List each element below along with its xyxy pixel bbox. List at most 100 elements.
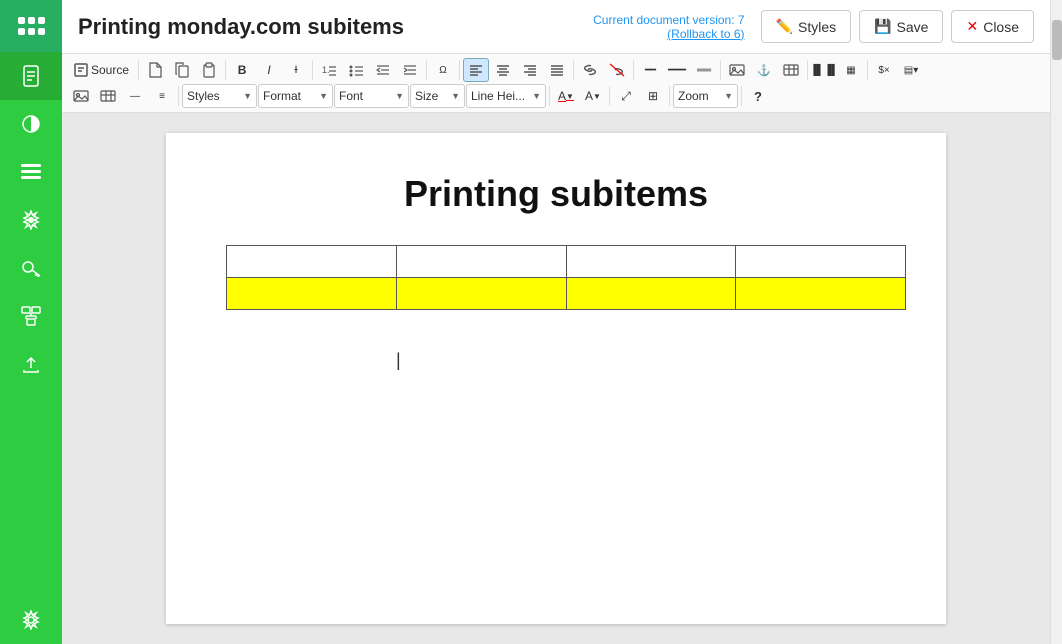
zoom-dropdown[interactable]: Zoom ▼ (673, 84, 738, 108)
tb-paste-button[interactable] (196, 58, 222, 82)
tb-ol-button[interactable]: 1. (316, 58, 342, 82)
tb-ul-button[interactable] (343, 58, 369, 82)
tb-bgcolor-button[interactable]: A▼ (580, 84, 606, 108)
sidebar-item-settings[interactable] (0, 196, 62, 244)
tb-image-button[interactable] (724, 58, 750, 82)
separator8 (720, 60, 721, 80)
tb-fullscreen-button[interactable]: ⤢ (613, 84, 639, 108)
tb-barcode-button[interactable]: ▐▌▐▌ (811, 58, 837, 82)
sidebar-item-key[interactable] (0, 244, 62, 292)
sidebar-item-settings2[interactable] (0, 596, 62, 644)
separator-r2-1 (178, 86, 179, 106)
table-cell-2-3[interactable] (566, 278, 736, 310)
table-cell-2-2[interactable] (396, 278, 566, 310)
separator-r2-2 (549, 86, 550, 106)
toolbar-row1: Source (68, 58, 1044, 82)
styles-dropdown[interactable]: Styles ▼ (182, 84, 257, 108)
tb-align-right-button[interactable] (517, 58, 543, 82)
separator5 (459, 60, 460, 80)
document-page[interactable]: Printing subitems | (166, 133, 946, 624)
tb-btn-a[interactable]: ━━ (637, 58, 663, 82)
tb-outdent-button[interactable] (370, 58, 396, 82)
tb-copy-button[interactable] (169, 58, 195, 82)
close-button[interactable]: ✕ Close (951, 10, 1034, 43)
sidebar-item-document[interactable] (0, 52, 62, 100)
lineheight-dropdown-label: Line Hei... (471, 89, 525, 103)
rollback-link[interactable]: (Rollback to 6) (593, 27, 744, 41)
zoom-dropdown-arrow: ▼ (724, 91, 733, 101)
font-dropdown[interactable]: Font ▼ (334, 84, 409, 108)
size-dropdown[interactable]: Size ▼ (410, 84, 465, 108)
tb-table2-button[interactable] (95, 84, 121, 108)
tb-bold-button[interactable]: B (229, 58, 255, 82)
header-actions: Current document version: 7 (Rollback to… (593, 10, 1034, 43)
tb-italic-button[interactable]: I (256, 58, 282, 82)
sidebar-item-list[interactable] (0, 148, 62, 196)
bgcolor-icon: ▼ (593, 92, 601, 101)
tb-link-button[interactable] (577, 58, 603, 82)
tb-align-left-button[interactable] (463, 58, 489, 82)
tb-align-center-button[interactable] (490, 58, 516, 82)
tb-fontcolor-button[interactable]: A▼ (553, 84, 579, 108)
styles-label: Styles (798, 19, 836, 35)
sidebar-item-upload[interactable] (0, 340, 62, 388)
tb-extra-button[interactable]: ▤▾ (898, 58, 924, 82)
tb-currency-button[interactable]: $× (871, 58, 897, 82)
lineheight-dropdown[interactable]: Line Hei... ▼ (466, 84, 546, 108)
tb-btn-b[interactable]: ━━━ (664, 58, 690, 82)
page-title: Printing monday.com subitems (78, 14, 593, 40)
tb-hr2-button[interactable]: ≡ (149, 84, 175, 108)
tb-help-button[interactable]: ? (745, 84, 771, 108)
editor-area[interactable]: Printing subitems | (62, 113, 1050, 644)
toolbar-row2: — ≡ Styles ▼ Format ▼ Font ▼ Size ▼ (68, 84, 1044, 108)
tb-source3-button[interactable]: ⊞ (640, 84, 666, 108)
format-dropdown-label: Format (263, 89, 301, 103)
table-cell-2-4[interactable] (736, 278, 906, 310)
size-dropdown-label: Size (415, 89, 438, 103)
separator1 (138, 60, 139, 80)
app-logo[interactable] (0, 0, 62, 52)
version-info: Current document version: 7 (Rollback to… (593, 13, 744, 41)
source-button[interactable]: Source (68, 58, 135, 82)
sidebar-item-contrast[interactable] (0, 100, 62, 148)
tb-newdoc-button[interactable] (142, 58, 168, 82)
close-icon: ✕ (966, 18, 978, 35)
save-button[interactable]: 💾 Save (859, 10, 943, 43)
tb-btn-c[interactable]: ══ (691, 58, 717, 82)
tb-hr-button[interactable]: — (122, 84, 148, 108)
table-cell-1-4[interactable] (736, 246, 906, 278)
separator-r2-4 (669, 86, 670, 106)
header: Printing monday.com subitems Current doc… (62, 0, 1050, 54)
version-line1: Current document version: 7 (593, 13, 744, 27)
separator3 (312, 60, 313, 80)
save-icon: 💾 (874, 18, 891, 35)
close-label: Close (983, 19, 1019, 35)
table-cell-1-3[interactable] (566, 246, 736, 278)
tb-qr-button[interactable]: ▦ (838, 58, 864, 82)
table-cell-1-1[interactable] (227, 246, 397, 278)
format-dropdown[interactable]: Format ▼ (258, 84, 333, 108)
tb-indent-button[interactable] (397, 58, 423, 82)
tb-anchor-button[interactable]: ⚓ (751, 58, 777, 82)
tb-justify-button[interactable] (544, 58, 570, 82)
tb-unlink-button[interactable] (604, 58, 630, 82)
styles-button[interactable]: ✏️ Styles (761, 10, 852, 43)
document-title: Printing subitems (226, 173, 886, 215)
main-content: Printing monday.com subitems Current doc… (62, 0, 1050, 644)
scrollbar[interactable] (1050, 0, 1062, 644)
pen-icon: ✏️ (776, 18, 793, 35)
tb-special-button[interactable]: Ω (430, 58, 456, 82)
sidebar (0, 0, 62, 644)
sidebar-item-hierarchy[interactable] (0, 292, 62, 340)
styles-dropdown-arrow: ▼ (243, 91, 252, 101)
font-dropdown-arrow: ▼ (395, 91, 404, 101)
table-cell-2-1[interactable] (227, 278, 397, 310)
format-dropdown-arrow: ▼ (319, 91, 328, 101)
tb-image2-button[interactable] (68, 84, 94, 108)
table-cell-1-2[interactable] (396, 246, 566, 278)
content-table[interactable] (226, 245, 906, 310)
separator10 (867, 60, 868, 80)
font-dropdown-label: Font (339, 89, 363, 103)
tb-table-menu-button[interactable] (778, 58, 804, 82)
tb-strikethrough-button[interactable]: I (283, 58, 309, 82)
